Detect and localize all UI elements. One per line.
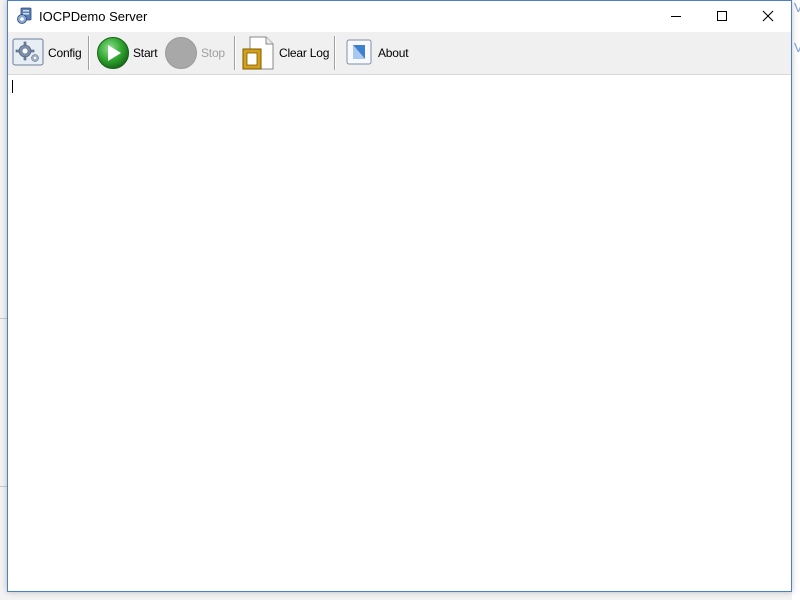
- main-window: IOCPDemo Server Config Start Stop Clear …: [7, 0, 792, 592]
- stop-icon: [165, 37, 197, 69]
- minimize-icon: [671, 16, 681, 17]
- config-button[interactable]: Config: [10, 34, 82, 72]
- clear-log-icon: [242, 36, 274, 70]
- start-label: Start: [133, 46, 158, 60]
- toolbar-separator: [234, 36, 235, 70]
- stop-label: Stop: [201, 46, 225, 60]
- start-button[interactable]: Start: [94, 34, 160, 72]
- config-gear-icon: [12, 38, 44, 66]
- window-title: IOCPDemo Server: [39, 9, 148, 24]
- clear-log-button[interactable]: Clear Log: [240, 34, 330, 72]
- about-icon: [346, 39, 372, 65]
- background-glyph: V: [794, 40, 800, 55]
- about-label: About: [378, 46, 409, 60]
- server-gear-icon: [17, 7, 32, 24]
- close-button[interactable]: [745, 1, 791, 31]
- minimize-button[interactable]: [653, 1, 699, 31]
- toolbar-separator: [88, 36, 89, 70]
- toolbar-separator: [334, 36, 335, 70]
- toolbar: Config Start Stop Clear Log About: [8, 32, 791, 75]
- log-textarea[interactable]: [8, 75, 791, 591]
- background-window-edge: [792, 0, 800, 600]
- background-glyph: V: [794, 0, 800, 15]
- close-icon: [762, 10, 774, 22]
- maximize-icon: [717, 11, 727, 21]
- text-caret: [12, 80, 13, 93]
- title-bar[interactable]: IOCPDemo Server: [8, 1, 791, 31]
- about-button[interactable]: About: [342, 34, 412, 72]
- clear-log-label: Clear Log: [279, 46, 330, 60]
- stop-button[interactable]: Stop: [164, 34, 234, 72]
- maximize-button[interactable]: [699, 1, 745, 31]
- play-icon: [97, 37, 129, 69]
- config-label: Config: [48, 46, 82, 60]
